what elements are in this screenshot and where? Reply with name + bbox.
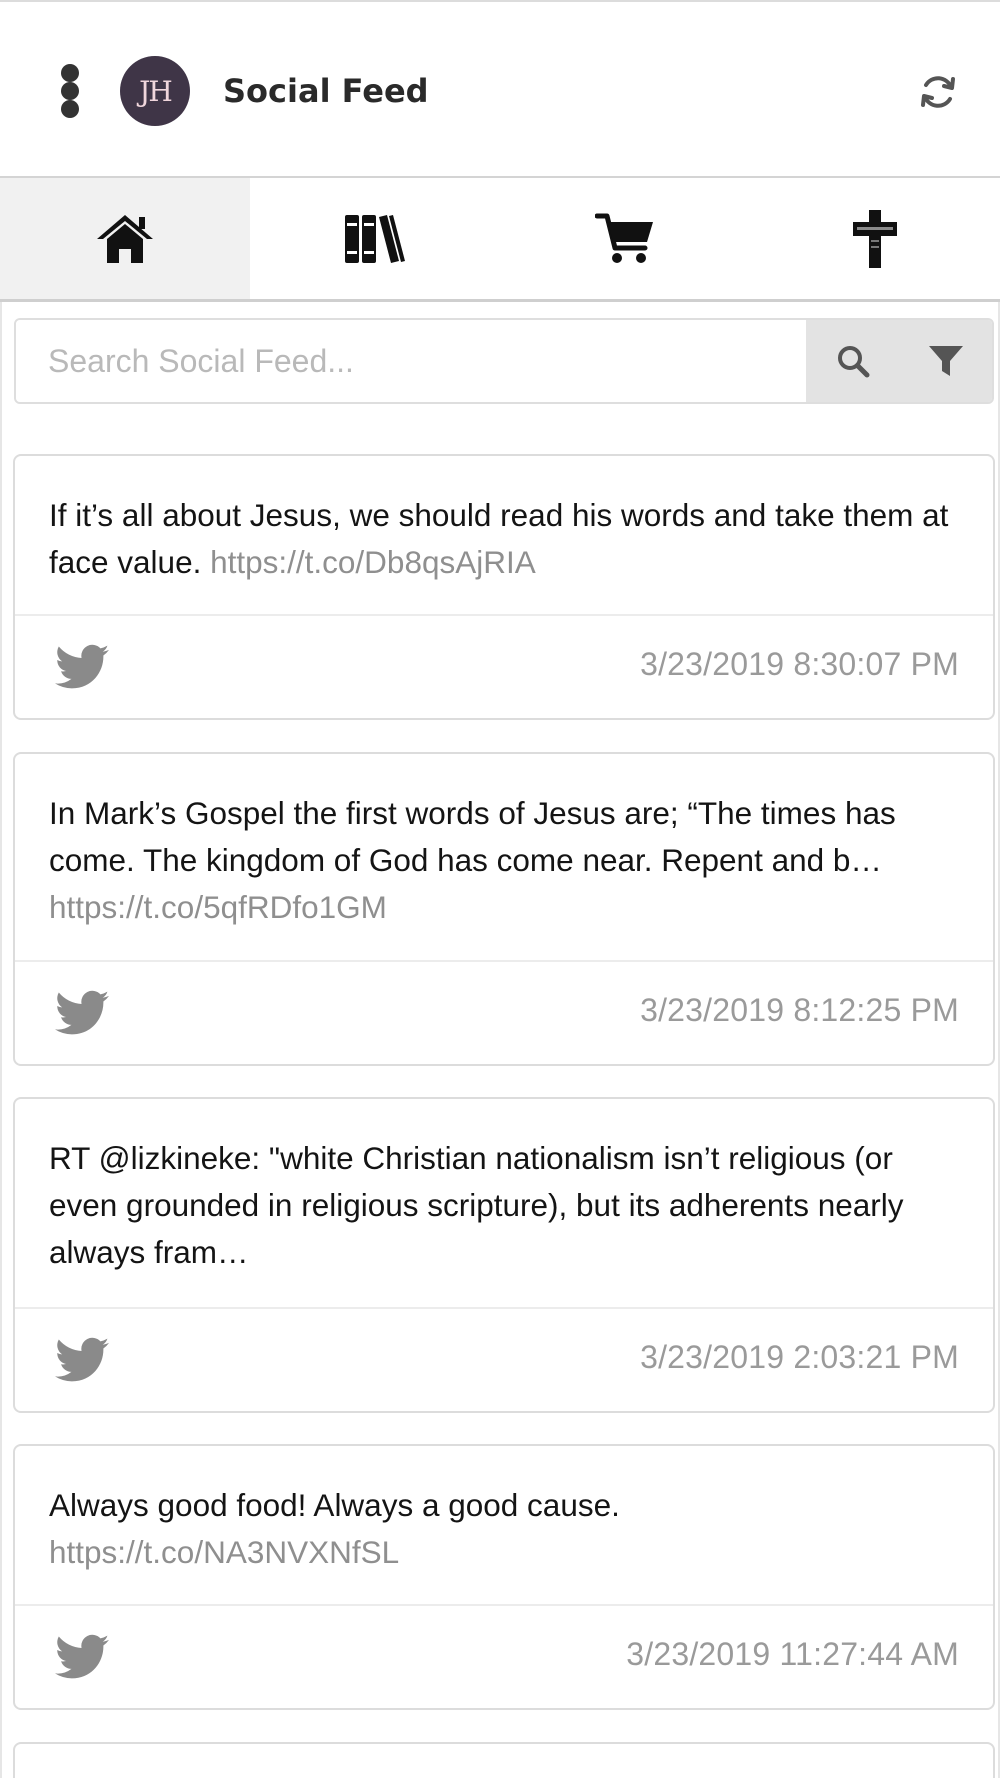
twitter-icon[interactable]	[55, 990, 109, 1036]
feed-item-timestamp: 3/23/2019 8:30:07 PM	[640, 646, 959, 682]
feed-item-text: RT @lizkineke: "white Christian national…	[49, 1140, 904, 1270]
search-bar	[14, 318, 994, 404]
twitter-icon[interactable]	[55, 1337, 109, 1383]
main-nav-tabs	[0, 178, 1000, 302]
feed-item-text: In Mark’s Gospel the first words of Jesu…	[49, 795, 896, 878]
tab-library[interactable]	[250, 178, 500, 299]
feed-item-body: If it’s all about Jesus, we should read …	[15, 456, 993, 586]
feed-item-link[interactable]: https://t.co/NA3NVXNfSL	[49, 1534, 399, 1570]
feed-item[interactable]	[13, 1742, 995, 1778]
feed-item[interactable]: If it’s all about Jesus, we should read …	[13, 454, 995, 720]
app-header: JH Social Feed	[0, 0, 1000, 178]
tab-shop[interactable]	[500, 178, 750, 299]
cross-icon	[853, 209, 897, 268]
feed-item-body: Always good food! Always a good cause. h…	[15, 1446, 993, 1576]
home-icon	[97, 214, 153, 263]
tab-church[interactable]	[750, 178, 1000, 299]
filter-icon[interactable]	[926, 341, 966, 381]
avatar-initials: JH	[139, 74, 173, 108]
search-input[interactable]	[16, 320, 806, 402]
kebab-menu-icon[interactable]	[58, 64, 82, 118]
feed-item-link[interactable]: https://t.co/5qfRDfo1GM	[49, 889, 387, 925]
feed-item-footer: 3/23/2019 2:03:21 PM	[15, 1307, 993, 1411]
avatar[interactable]: JH	[120, 56, 190, 126]
twitter-icon[interactable]	[55, 1634, 109, 1680]
feed-item-body: RT @lizkineke: "white Christian national…	[15, 1099, 993, 1276]
feed-item-body: In Mark’s Gospel the first words of Jesu…	[15, 754, 993, 931]
tab-home[interactable]	[0, 178, 250, 299]
search-actions	[806, 320, 992, 402]
feed-item[interactable]: RT @lizkineke: "white Christian national…	[13, 1097, 995, 1413]
feed-item-footer: 3/23/2019 11:27:44 AM	[15, 1604, 993, 1708]
twitter-icon[interactable]	[55, 644, 109, 690]
feed-item-timestamp: 3/23/2019 8:12:25 PM	[640, 992, 959, 1028]
cart-icon	[595, 213, 653, 263]
feed-item-footer: 3/23/2019 8:12:25 PM	[15, 960, 993, 1064]
page-title: Social Feed	[223, 72, 429, 110]
feed-item-timestamp: 3/23/2019 2:03:21 PM	[640, 1339, 959, 1375]
feed-item-footer: 3/23/2019 8:30:07 PM	[15, 614, 993, 718]
books-icon	[345, 214, 405, 263]
feed-item[interactable]: Always good food! Always a good cause. h…	[13, 1444, 995, 1710]
feed-item-text: Always good food! Always a good cause.	[49, 1487, 620, 1523]
feed-item[interactable]: In Mark’s Gospel the first words of Jesu…	[13, 752, 995, 1066]
feed-item-timestamp: 3/23/2019 11:27:44 AM	[626, 1636, 959, 1672]
feed-item-link[interactable]: https://t.co/Db8qsAjRIA	[210, 544, 536, 580]
search-icon[interactable]	[833, 341, 873, 381]
refresh-icon[interactable]	[918, 72, 958, 112]
